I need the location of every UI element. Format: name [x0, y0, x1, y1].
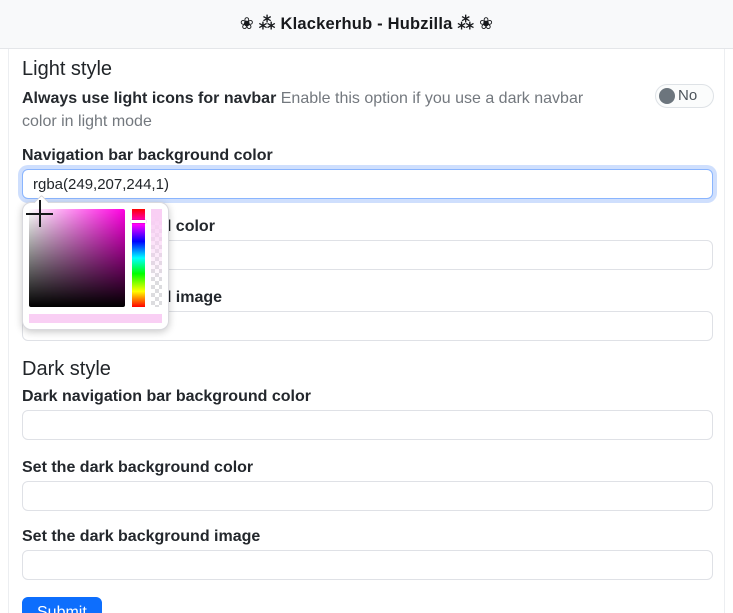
- dark-bg-color-label: Set the dark background color: [22, 459, 254, 476]
- site-title: ❀ ⁂ Klackerhub - Hubzilla ⁂ ❀: [239, 15, 494, 33]
- dark-bg-image-label: Set the dark background image: [22, 528, 261, 545]
- dark-bg-image-field: Set the dark background image: [22, 527, 713, 580]
- light-icons-toggle[interactable]: No: [655, 84, 714, 108]
- hue-slider-handle[interactable]: [131, 220, 147, 223]
- submit-button[interactable]: Submit: [22, 597, 102, 613]
- color-picker-popup: [22, 194, 169, 330]
- dark-navbar-bg-color-label: Dark navigation bar background color: [22, 388, 311, 405]
- light-icons-label: Always use light icons for navbar: [22, 90, 277, 107]
- dark-bg-color-field: Set the dark background color: [22, 458, 713, 511]
- toggle-state-label: No: [678, 87, 698, 104]
- dark-navbar-bg-color-field: Dark navigation bar background color: [22, 387, 713, 440]
- light-icons-setting-row: Always use light icons for navbar Enable…: [22, 84, 714, 133]
- top-navbar: ❀ ⁂ Klackerhub - Hubzilla ⁂ ❀: [0, 0, 733, 49]
- dark-style-heading: Dark style: [22, 358, 111, 380]
- toggle-knob-icon: [659, 88, 675, 104]
- dark-bg-color-input[interactable]: [22, 481, 713, 511]
- dark-navbar-bg-color-input[interactable]: [22, 410, 713, 440]
- dark-bg-image-input[interactable]: [22, 550, 713, 580]
- navbar-bg-color-field: Navigation bar background color: [22, 146, 713, 330]
- navbar-bg-color-label: Navigation bar background color: [22, 147, 273, 164]
- hue-slider[interactable]: [131, 209, 147, 307]
- saturation-square[interactable]: [26, 200, 126, 307]
- alpha-slider[interactable]: [150, 209, 162, 307]
- selected-color-preview: [29, 314, 162, 323]
- light-style-heading: Light style: [22, 58, 113, 80]
- crosshair-icon: [39, 200, 41, 227]
- settings-panel: Light style Always use light icons for n…: [8, 49, 725, 613]
- navbar-bg-color-input[interactable]: [22, 169, 713, 199]
